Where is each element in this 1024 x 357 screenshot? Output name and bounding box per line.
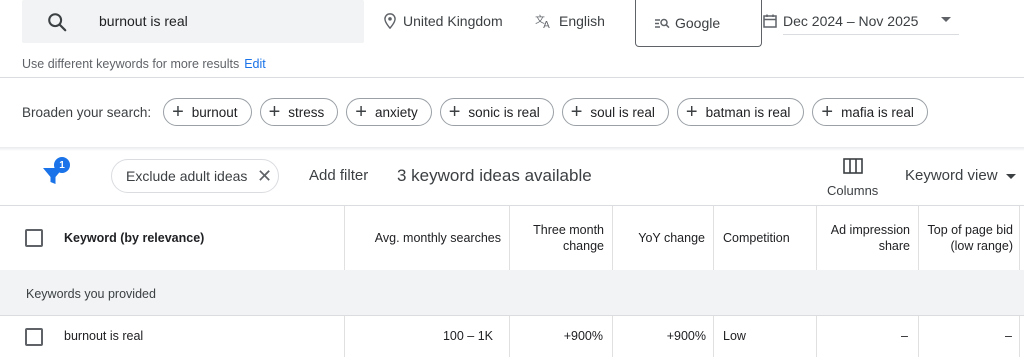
- svg-text:A: A: [543, 20, 550, 29]
- broaden-label: Broaden your search:: [22, 104, 152, 120]
- broaden-chip[interactable]: + soul is real: [561, 98, 669, 126]
- search-input[interactable]: burnout is real: [22, 0, 364, 43]
- plus-icon: +: [448, 101, 461, 123]
- header-three-month-change[interactable]: Three month change: [510, 206, 612, 270]
- keyword-hint: Use different keywords for more results E…: [22, 57, 266, 71]
- language-label: English: [559, 13, 605, 29]
- chip-label: batman is real: [705, 104, 791, 120]
- broaden-chip[interactable]: + batman is real: [676, 98, 805, 126]
- plus-icon: +: [172, 101, 184, 123]
- search-icon: [48, 13, 67, 32]
- chip-label: anxiety: [374, 104, 418, 120]
- add-filter-button[interactable]: Add filter: [309, 167, 368, 184]
- engine-label: Google: [675, 15, 721, 31]
- keyword-view-label: Keyword view: [905, 167, 998, 184]
- header-top-of-page-bid-low[interactable]: Top of page bid (low range): [919, 206, 1019, 270]
- select-all-checkbox[interactable]: [25, 229, 43, 247]
- broaden-chip[interactable]: + stress: [259, 98, 339, 126]
- cell-yoy-change: +900%: [666, 329, 706, 343]
- date-range-underline: [783, 34, 959, 35]
- broaden-chip[interactable]: + sonic is real: [439, 98, 554, 126]
- location-pin-icon: [384, 13, 396, 29]
- cell-three-month-change: +900%: [563, 329, 603, 343]
- divider: [0, 77, 1024, 78]
- dropdown-caret-icon: [941, 17, 951, 22]
- chip-label: sonic is real: [468, 104, 540, 120]
- columns-icon[interactable]: [843, 158, 863, 174]
- cell-keyword: burnout is real: [64, 329, 144, 343]
- hint-text: Use different keywords for more results: [22, 57, 240, 71]
- header-ad-impression-share[interactable]: Ad impression share: [817, 206, 918, 270]
- plus-icon: +: [685, 101, 698, 123]
- exclude-adult-ideas-chip[interactable]: Exclude adult ideas ✕: [111, 159, 279, 193]
- filter-count-badge: 1: [54, 157, 70, 173]
- keyword-view-dropdown[interactable]: Keyword view: [905, 167, 1016, 184]
- cell-ad-impression-share: –: [901, 329, 908, 343]
- edit-link[interactable]: Edit: [244, 57, 266, 71]
- location-label: United Kingdom: [403, 13, 503, 29]
- search-network-icon: [655, 18, 670, 29]
- broaden-search-bar: Broaden your search: + burnout + stress + a…: [22, 97, 936, 127]
- group-header-row: Keywords you provided: [0, 270, 1024, 315]
- search-value: burnout is real: [99, 13, 188, 29]
- search-toolbar: burnout is real United Kingdom 文 A Engli…: [0, 0, 1024, 52]
- row-checkbox[interactable]: [25, 328, 43, 346]
- section-shadow: [0, 147, 1024, 151]
- header-competition[interactable]: Competition: [714, 206, 816, 270]
- cell-competition: Low: [723, 329, 746, 343]
- chip-label: stress: [288, 104, 325, 120]
- header-keyword[interactable]: Keyword (by relevance): [64, 206, 334, 270]
- search-engine-selector[interactable]: Google: [635, 0, 762, 47]
- translate-icon: 文 A: [535, 13, 550, 29]
- cell-top-of-page-bid-low: –: [1005, 329, 1012, 343]
- close-icon[interactable]: ✕: [257, 166, 272, 187]
- header-yoy-change[interactable]: YoY change: [613, 206, 713, 270]
- group-label: Keywords you provided: [26, 287, 156, 301]
- keyword-ideas-count: 3 keyword ideas available: [397, 166, 592, 185]
- exclude-chip-label: Exclude adult ideas: [126, 168, 248, 184]
- chip-label: mafia is real: [841, 104, 914, 120]
- cell-avg-monthly-searches: 100 – 1K: [442, 329, 493, 343]
- plus-icon: +: [821, 101, 834, 123]
- plus-icon: +: [355, 101, 367, 123]
- columns-button[interactable]: Columns: [827, 183, 878, 198]
- plus-icon: +: [570, 101, 583, 123]
- broaden-chip[interactable]: + burnout: [163, 98, 252, 126]
- chevron-down-icon: [1005, 173, 1016, 179]
- language-selector[interactable]: 文 A English: [535, 13, 605, 29]
- broaden-chip[interactable]: + mafia is real: [812, 98, 928, 126]
- plus-icon: +: [268, 101, 281, 123]
- calendar-icon: [763, 14, 777, 28]
- date-range-selector[interactable]: Dec 2024 – Nov 2025: [763, 13, 959, 29]
- date-range-label: Dec 2024 – Nov 2025: [783, 13, 919, 29]
- header-avg-monthly-searches[interactable]: Avg. monthly searches: [345, 206, 509, 270]
- group-bottom-border: [0, 315, 1024, 316]
- broaden-chip[interactable]: + anxiety: [346, 98, 432, 126]
- location-selector[interactable]: United Kingdom: [383, 13, 503, 29]
- chip-label: burnout: [191, 104, 238, 120]
- chip-label: soul is real: [590, 104, 655, 120]
